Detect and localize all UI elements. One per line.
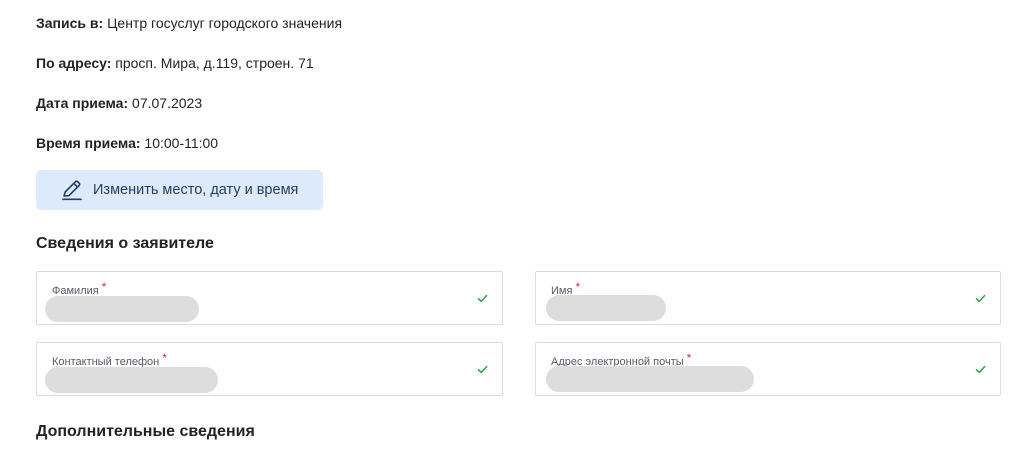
applicant-section-title: Сведения о заявителе — [36, 235, 214, 252]
phone-field[interactable]: Контактный телефон * — [36, 342, 503, 396]
appointment-time-value: 10:00-11:00 — [144, 135, 219, 151]
check-icon — [975, 365, 986, 374]
firstname-field[interactable]: Имя * — [535, 271, 1001, 325]
appointment-address-label: По адресу: — [36, 55, 112, 71]
email-field[interactable]: Адрес электронной почты * — [535, 342, 1001, 396]
appointment-time-label: Время приема: — [36, 135, 141, 151]
appointment-address-row: По адресу: просп. Мира, д.119, строен. 7… — [36, 54, 314, 72]
appointment-address-value: просп. Мира, д.119, строен. 71 — [115, 55, 314, 71]
redacted-value — [546, 366, 754, 392]
appointment-place-label: Запись в: — [36, 15, 104, 31]
appointment-time-row: Время приема: 10:00-11:00 — [36, 134, 218, 152]
appointment-date-label: Дата приема: — [36, 95, 129, 111]
check-icon — [975, 294, 986, 303]
appointment-date-row: Дата приема: 07.07.2023 — [36, 94, 202, 112]
redacted-value — [45, 367, 218, 393]
appointment-date-value: 07.07.2023 — [132, 95, 203, 111]
additional-section-title: Дополнительные сведения — [36, 423, 255, 440]
check-icon — [477, 294, 488, 303]
lastname-field-label: Фамилия * — [52, 280, 107, 297]
pen-icon — [61, 179, 83, 201]
required-asterisk: * — [101, 280, 107, 294]
lastname-field[interactable]: Фамилия * — [36, 271, 503, 325]
change-button-label: Изменить место, дату и время — [93, 182, 299, 198]
appointment-place-value: Центр госуслуг городского значения — [107, 15, 343, 31]
required-asterisk: * — [575, 280, 581, 294]
appointment-place-row: Запись в: Центр госуслуг городского знач… — [36, 14, 342, 32]
required-asterisk: * — [686, 351, 692, 365]
phone-field-label: Контактный телефон * — [52, 351, 167, 368]
required-asterisk: * — [162, 351, 167, 365]
change-place-date-time-button[interactable]: Изменить место, дату и время — [36, 170, 323, 210]
redacted-value — [546, 295, 666, 321]
redacted-value — [45, 296, 199, 322]
check-icon — [477, 365, 488, 374]
